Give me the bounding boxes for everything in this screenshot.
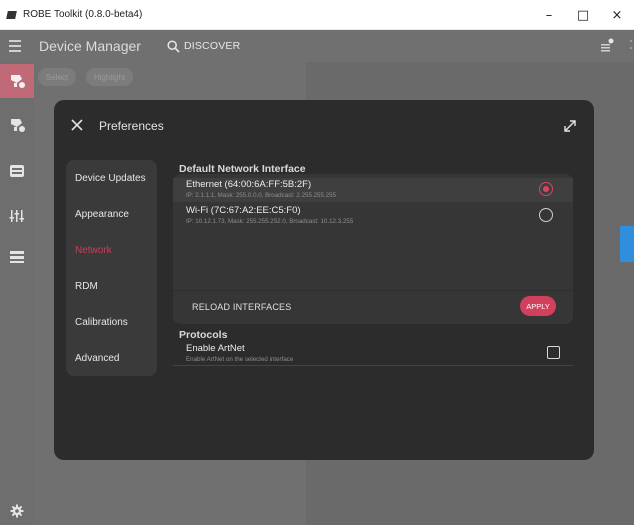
rail-item-settings[interactable] [0,494,34,525]
dialog-title: Preferences [99,119,164,133]
rail-item-device-manager[interactable] [0,64,34,98]
interface-row-ethernet[interactable]: Ethernet (64:00:6A:FF:5B:2F) IP: 2.1.1.1… [173,178,573,202]
enable-artnet-checkbox[interactable] [547,346,560,359]
sliders-icon [9,210,24,222]
nav-item-network[interactable]: Network [66,232,157,268]
select-chip[interactable]: Select [38,68,77,86]
gear-icon [10,504,24,518]
nav-item-calibrations[interactable]: Calibrations [66,304,157,340]
interface-name: Wi-Fi (7C:67:A2:EE:C5:F0) [186,205,301,216]
nav-item-rdm[interactable]: RDM [66,268,157,304]
discover-button[interactable]: DISCOVER [167,39,241,53]
table-icon [10,251,24,263]
side-panel-tab[interactable] [620,226,634,262]
interface-row-wifi[interactable]: Wi-Fi (7C:67:A2:EE:C5:F0) IP: 10.12.1.73… [173,204,573,228]
interface-radio[interactable] [539,208,553,222]
dmx-icon [10,165,24,177]
rail-item-table[interactable] [0,240,34,274]
page-title: Device Manager [39,38,141,54]
interface-detail: IP: 10.12.1.73, Mask: 255.255.252.0, Bro… [186,218,354,225]
reload-interfaces-button[interactable]: RELOAD INTERFACES [192,302,291,312]
interface-detail: IP: 2.1.1.1, Mask: 255.0.0.0, Broadcast:… [186,192,336,199]
rail-item-sliders[interactable] [0,199,34,233]
protocol-row-artnet[interactable]: Enable ArtNet Enable ArtNet on the selec… [173,342,573,366]
highlight-chip[interactable]: Highlight [86,68,134,86]
close-window-button[interactable]: × [600,0,634,30]
preferences-dialog: Preferences Device Updates Appearance Ne… [54,100,594,460]
preferences-nav: Device Updates Appearance Network RDM Ca… [66,160,157,376]
expand-icon[interactable] [562,118,578,134]
device-manager-icon [11,75,25,88]
protocols-section-title: Protocols [179,329,228,341]
apply-button[interactable]: APPLY [520,296,556,316]
interface-radio-selected[interactable] [539,182,553,196]
more-options-icon[interactable] [630,38,632,52]
maximize-button[interactable]: □ [566,0,600,30]
protocol-name: Enable ArtNet [186,343,245,354]
network-interfaces-panel: Ethernet (64:00:6A:FF:5B:2F) IP: 2.1.1.1… [173,174,573,324]
app-header: Device Manager DISCOVER [0,30,634,62]
window-title: ROBE Toolkit (0.8.0-beta4) [23,9,143,20]
protocol-detail: Enable ArtNet on the selected interface [186,356,294,363]
fixtures-icon [11,119,25,132]
close-icon[interactable] [70,118,84,132]
divider [173,290,573,291]
window-titlebar: ROBE Toolkit (0.8.0-beta4) – □ × [0,0,634,30]
interface-name: Ethernet (64:00:6A:FF:5B:2F) [186,179,312,190]
left-rail [0,62,34,525]
window-controls: – □ × [532,0,634,30]
search-icon [167,39,180,53]
menu-icon[interactable] [0,30,30,62]
discover-label: DISCOVER [183,40,241,52]
app-icon [6,9,18,21]
nav-item-device-updates[interactable]: Device Updates [66,160,157,196]
nav-item-appearance[interactable]: Appearance [66,196,157,232]
rail-item-fixtures[interactable] [0,108,34,142]
notification-list-icon[interactable] [600,38,614,57]
nav-item-advanced[interactable]: Advanced [66,340,157,376]
rail-item-dmx[interactable] [0,154,34,188]
minimize-button[interactable]: – [532,0,566,30]
